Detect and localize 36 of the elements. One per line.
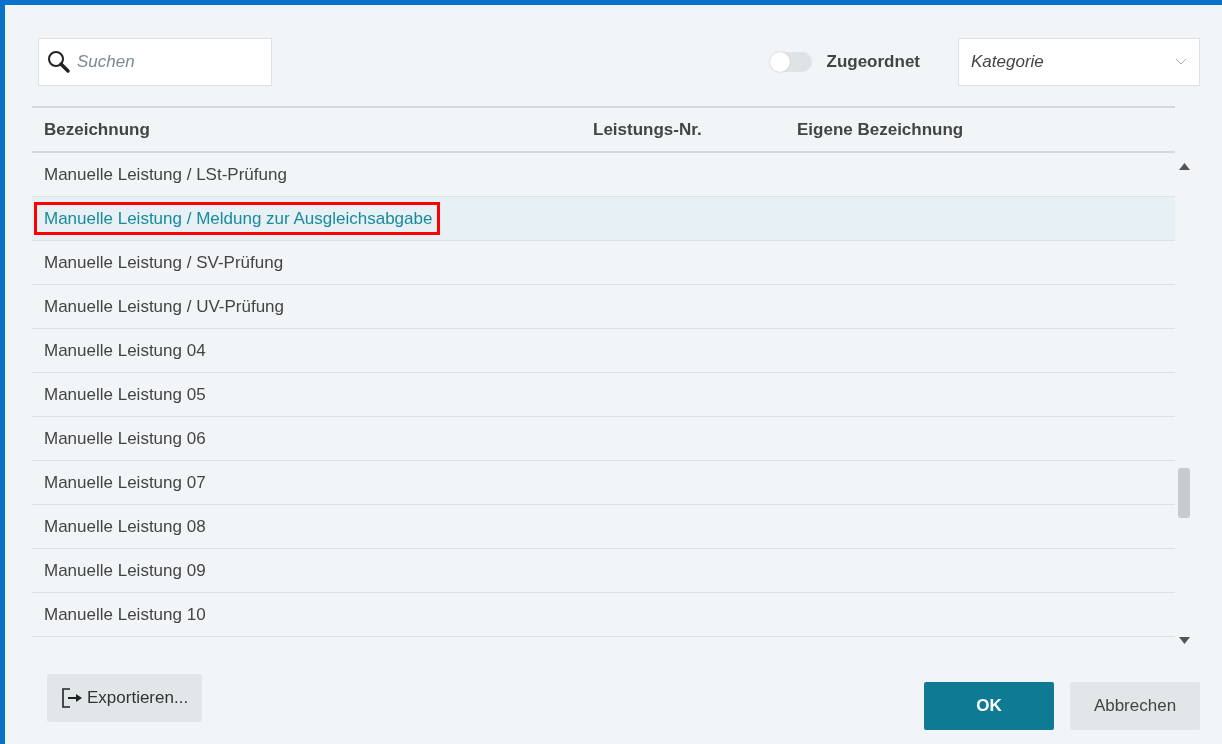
table-row[interactable]: Manuelle Leistung 04 (32, 329, 1175, 373)
column-header[interactable]: Eigene Bezeichnung (797, 119, 964, 139)
table-cell: Manuelle Leistung / UV-Prüfung (44, 296, 285, 316)
ok-button[interactable]: OK (924, 682, 1054, 730)
table-cell: Manuelle Leistung 05 (44, 384, 206, 404)
table-row[interactable]: Manuelle Leistung / UV-Prüfung (32, 285, 1175, 329)
column-header[interactable]: Leistungs-Nr. (593, 119, 702, 139)
category-dropdown[interactable]: Kategorie (958, 38, 1200, 86)
chevron-down-icon (1175, 58, 1187, 66)
table-row[interactable]: Manuelle Leistung / Meldung zur Ausgleichsabgabe (32, 197, 1175, 241)
toggle-switch[interactable] (769, 52, 812, 72)
table-cell: Manuelle Leistung 04 (44, 340, 206, 360)
table-cell: Manuelle Leistung 06 (44, 428, 206, 448)
table-cell: Manuelle Leistung / LSt-Prüfung (44, 164, 287, 184)
search-field[interactable]: Suchen (38, 38, 272, 86)
table-cell: Manuelle Leistung 08 (44, 516, 206, 536)
table-cell: Manuelle Leistung 09 (44, 560, 206, 580)
scroll-up-arrow-icon[interactable] (1179, 163, 1190, 170)
scrollbar-thumb[interactable] (1178, 468, 1190, 518)
column-header[interactable]: Bezeichnung (44, 119, 150, 139)
scroll-down-arrow-icon[interactable] (1179, 637, 1190, 644)
table-cell: Manuelle Leistung 10 (44, 604, 206, 624)
toggle-label: Zugeordnet (826, 51, 920, 74)
cancel-button[interactable]: Abbrechen (1070, 682, 1200, 730)
table-row[interactable]: Manuelle Leistung / SV-Prüfung (32, 241, 1175, 285)
export-icon (61, 687, 83, 709)
table-row[interactable]: Manuelle Leistung 08 (32, 505, 1175, 549)
table-row[interactable]: Manuelle Leistung 10 (32, 593, 1175, 637)
table-row[interactable]: Manuelle Leistung 06 (32, 417, 1175, 461)
table-row[interactable]: Manuelle Leistung 09 (32, 549, 1175, 593)
table-cell: Manuelle Leistung 07 (44, 472, 206, 492)
table-cell: Manuelle Leistung / SV-Prüfung (44, 252, 284, 272)
highlighted-text: Manuelle Leistung / Meldung zur Ausgleichsabgabe (34, 201, 441, 235)
export-button[interactable]: Exportieren... (47, 674, 203, 722)
table-row[interactable]: Manuelle Leistung 05 (32, 373, 1175, 417)
table-row[interactable]: Manuelle Leistung 07 (32, 461, 1175, 505)
